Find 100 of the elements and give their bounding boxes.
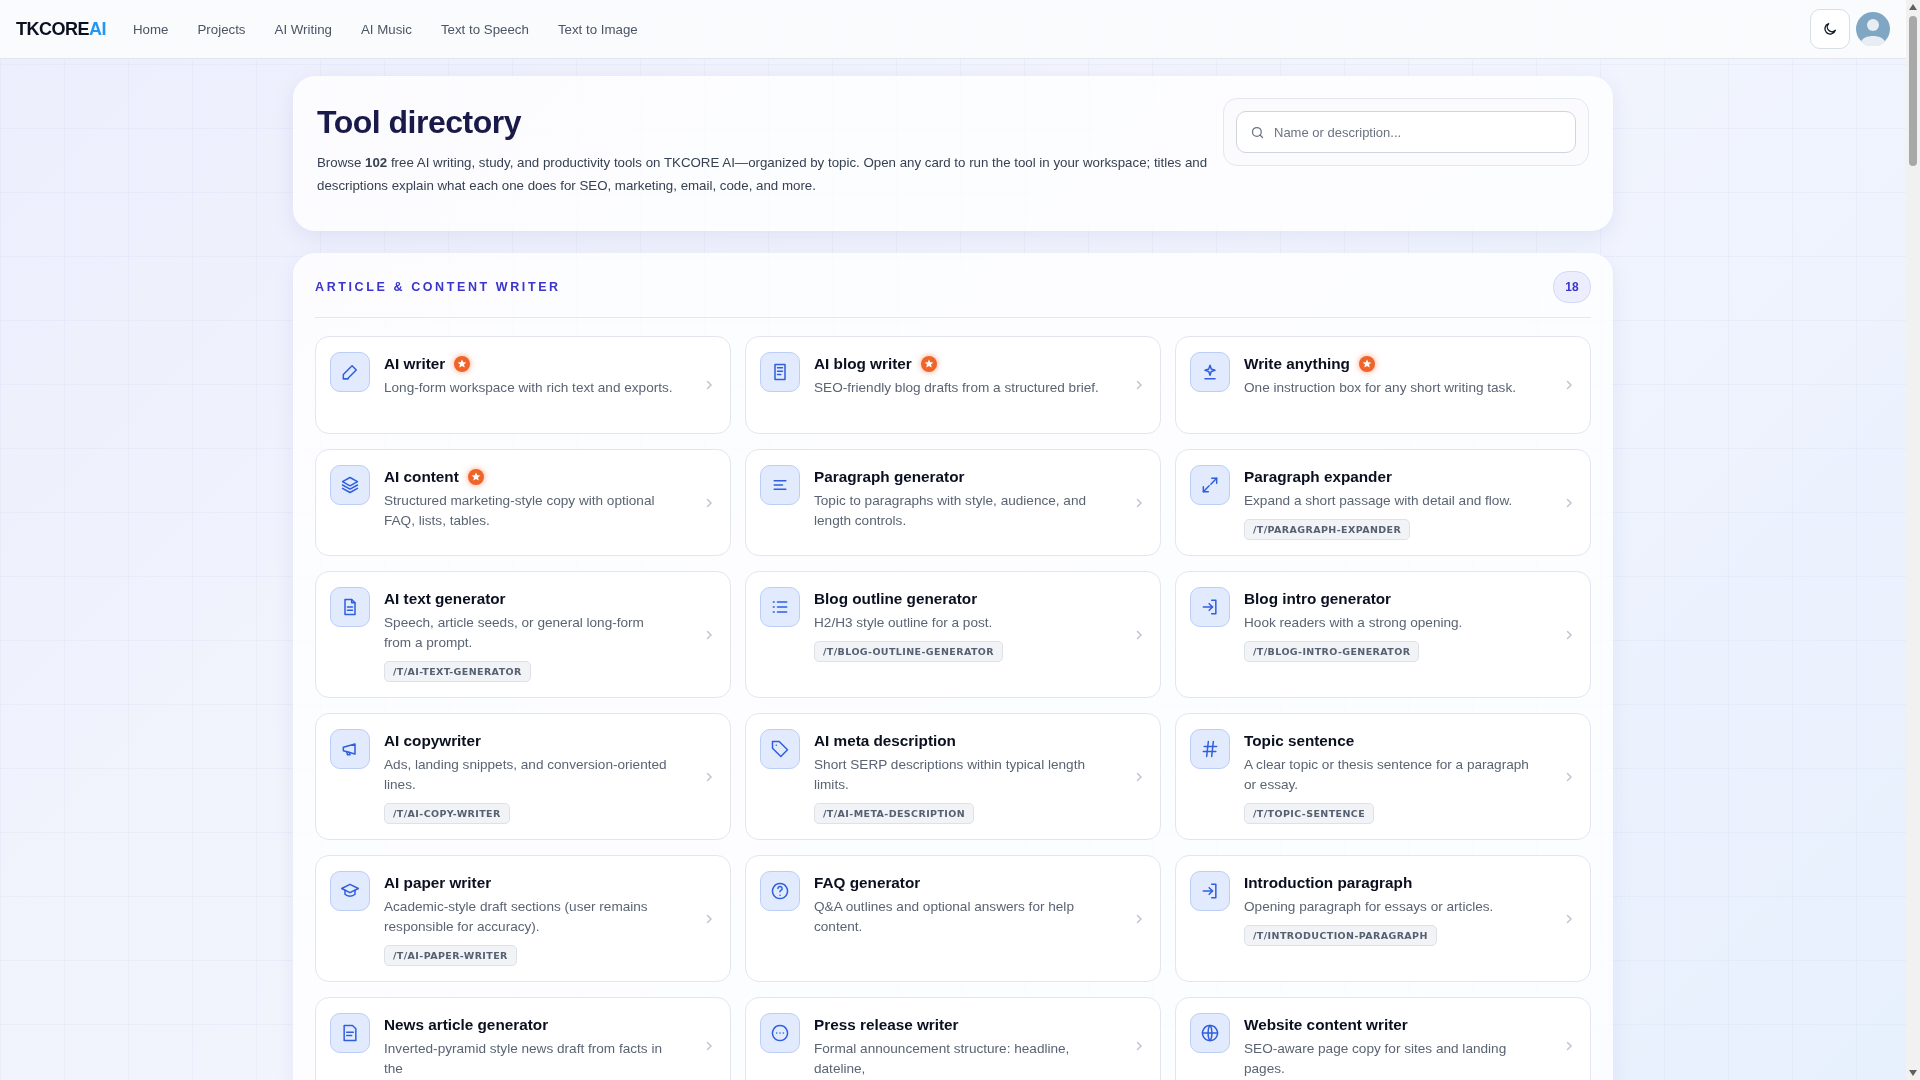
tool-title: AI writer [384, 355, 446, 373]
chevron-right-icon [704, 913, 714, 924]
tool-description: SEO-friendly blog drafts from a structured brief. [814, 379, 1099, 397]
tool-card[interactable]: Blog intro generator Hook readers with a strong opening. /T/BLOG-INTRO-GENERATOR [1175, 571, 1591, 698]
chevron-right-icon [1134, 380, 1144, 390]
tool-card[interactable]: Paragraph expander Expand a short passage with detail and flow. /T/PARAGRAPH-EXPANDER [1175, 449, 1591, 556]
tool-description: SEO-aware page copy for sites and landing pages. [1244, 1040, 1508, 1078]
chevron-right-icon [1564, 380, 1574, 390]
tool-title: AI meta description [814, 732, 956, 750]
tool-card[interactable]: Introduction paragraph Opening paragraph for essays or articles. /T/INTRODUCTION-PARAGRAPH [1175, 855, 1591, 982]
path-tag: /T/AI-META-DESCRIPTION [814, 803, 975, 824]
path-tag: /T/PARAGRAPH-EXPANDER [1244, 519, 1411, 540]
path-tag: /T/BLOG-INTRO-GENERATOR [1244, 641, 1420, 662]
tool-card[interactable]: AI copywriter Ads, landing snippets, and conversion-oriented lines. /T/AI-COPY-WRITER [315, 713, 731, 840]
nav-link[interactable]: Projects [197, 21, 246, 37]
nav-link[interactable]: AI Writing [274, 21, 332, 37]
tool-card[interactable]: AI meta description Short SERP descriptions within typical length limits. /T/AI-META-DESCRIPTION [745, 713, 1161, 840]
tool-description: Topic to paragraphs with style, audience, and length controls. [814, 492, 1088, 530]
tool-card[interactable]: Write anything One instruction box for any short writing task. [1175, 336, 1591, 434]
expand-icon [1190, 465, 1230, 505]
tool-title: AI content [384, 468, 459, 486]
tool-title: News article generator [384, 1016, 549, 1034]
chevron-right-icon [1564, 629, 1574, 640]
chevron-right-icon [1564, 913, 1574, 924]
tool-card[interactable]: Paragraph generator Topic to paragraphs with style, audience, and length controls. [745, 449, 1161, 556]
tool-card[interactable]: AI text generator Speech, article seeds, or general long-form from a prompt. /T/AI-TEXT-GENERATOR [315, 571, 731, 698]
path-tag: /T/AI-PAPER-WRITER [384, 945, 517, 966]
chevron-right-icon [1134, 1041, 1144, 1051]
path-tag: /T/BLOG-OUTLINE-GENERATOR [814, 641, 1003, 662]
path-tag: /T/INTRODUCTION-PARAGRAPH [1244, 925, 1437, 946]
tool-title: Website content writer [1244, 1016, 1408, 1034]
tool-card[interactable]: AI writer Long-form workspace with rich text and exports. [315, 336, 731, 434]
tool-description: Speech, article seeds, or general long-form from a prompt. [384, 614, 645, 652]
tag-icon [760, 729, 800, 769]
globe-icon [1190, 1013, 1230, 1053]
chevron-right-icon [1564, 771, 1574, 782]
search-icon [1250, 125, 1265, 140]
book-icon [760, 352, 800, 392]
enter-icon [1190, 587, 1230, 627]
tool-title: Press release writer [814, 1016, 959, 1034]
tool-title: Topic sentence [1244, 732, 1355, 750]
nav-link[interactable]: AI Music [360, 21, 412, 37]
tool-title: AI paper writer [384, 874, 492, 892]
tool-card[interactable]: News article generator Inverted-pyramid style news draft from facts in the [315, 997, 731, 1080]
chevron-right-icon [704, 497, 714, 508]
tool-title: Blog outline generator [814, 590, 978, 608]
sparkle-icon [1190, 352, 1230, 392]
tool-description: A clear topic or thesis sentence for a paragraph or essay. [1244, 756, 1530, 794]
tool-title: AI blog writer [814, 355, 912, 373]
cap-icon [330, 871, 370, 911]
tool-card[interactable]: AI content Structured marketing-style copy with optional FAQ, lists, tables. [315, 449, 731, 556]
tool-card[interactable]: Press release writer Formal announcement structure: headline, dateline, [745, 997, 1161, 1080]
intro-paragraph: Browse 102 free AI writing, study, and productivity tools on TKCORE AI—organized by topic. Open any card to run the tool in your workspace; titles and descriptions explain what each one does for SEO, marketing, email, code, and more. [317, 154, 1209, 195]
tool-title: Paragraph expander [1244, 468, 1392, 486]
tool-description: Formal announcement structure: headline, dateline, [814, 1040, 1071, 1078]
nav-link[interactable]: Text to Image [557, 21, 638, 37]
megaphone-icon [330, 729, 370, 769]
tool-card[interactable]: AI paper writer Academic-style draft sections (user remains responsible for accuracy). /T/AI-PAPER-WRITER [315, 855, 731, 982]
list-icon [760, 587, 800, 627]
section-title: ARTICLE & CONTENT WRITER [315, 280, 561, 294]
scroll-up-icon[interactable] [1909, 4, 1917, 10]
tool-description: Ads, landing snippets, and conversion-oriented lines. [384, 756, 668, 794]
layers-icon [330, 465, 370, 505]
tool-card[interactable]: AI blog writer SEO-friendly blog drafts from a structured brief. [745, 336, 1161, 434]
scrollbar[interactable] [1906, 0, 1920, 1080]
tool-description: Expand a short passage with detail and flow. [1244, 492, 1513, 510]
scroll-thumb[interactable] [1909, 16, 1917, 166]
nav-link[interactable]: Text to Speech [440, 21, 529, 37]
moon-icon [1822, 21, 1838, 37]
tool-card[interactable]: Topic sentence A clear topic or thesis sentence for a paragraph or essay. /T/TOPIC-SENTENCE [1175, 713, 1591, 840]
tool-title: Introduction paragraph [1244, 874, 1413, 892]
document-icon [330, 587, 370, 627]
chat-icon [760, 1013, 800, 1053]
tool-title: Paragraph generator [814, 468, 965, 486]
tool-card[interactable]: Blog outline generator H2/H3 style outline for a post. /T/BLOG-OUTLINE-GENERATOR [745, 571, 1161, 698]
document-icon [330, 1013, 370, 1053]
tool-description: Opening paragraph for essays or articles. [1244, 898, 1494, 916]
logo[interactable]: TKCOREAI [16, 18, 106, 40]
tool-title: AI text generator [384, 590, 506, 608]
count-badge: 18 [1553, 271, 1591, 303]
tool-description: Long-form workspace with rich text and exports. [384, 379, 673, 397]
tool-title: FAQ generator [814, 874, 921, 892]
chevron-right-icon [704, 771, 714, 782]
tool-card[interactable]: FAQ generator Q&A outlines and optional answers for help content. [745, 855, 1161, 982]
chevron-right-icon [1134, 771, 1144, 782]
tool-title: Blog intro generator [1244, 590, 1392, 608]
tool-description: H2/H3 style outline for a post. [814, 614, 993, 632]
tool-title: Write anything [1244, 355, 1350, 373]
tool-description: Hook readers with a strong opening. [1244, 614, 1463, 632]
theme-toggle-button[interactable] [1810, 9, 1850, 49]
search-field[interactable]: Name or description... [1236, 111, 1576, 153]
tool-card[interactable]: Website content writer SEO-aware page copy for sites and landing pages. [1175, 997, 1591, 1080]
chevron-right-icon [1564, 1041, 1574, 1051]
tool-description: Q&A outlines and optional answers for help content. [814, 898, 1075, 936]
tool-description: Structured marketing-style copy with optional FAQ, lists, tables. [384, 492, 656, 530]
lines-icon [760, 465, 800, 505]
tool-title: AI copywriter [384, 732, 481, 750]
nav-link[interactable]: Home [133, 21, 169, 37]
path-tag: /T/AI-TEXT-GENERATOR [384, 661, 531, 682]
scroll-down-icon[interactable] [1909, 1070, 1917, 1076]
